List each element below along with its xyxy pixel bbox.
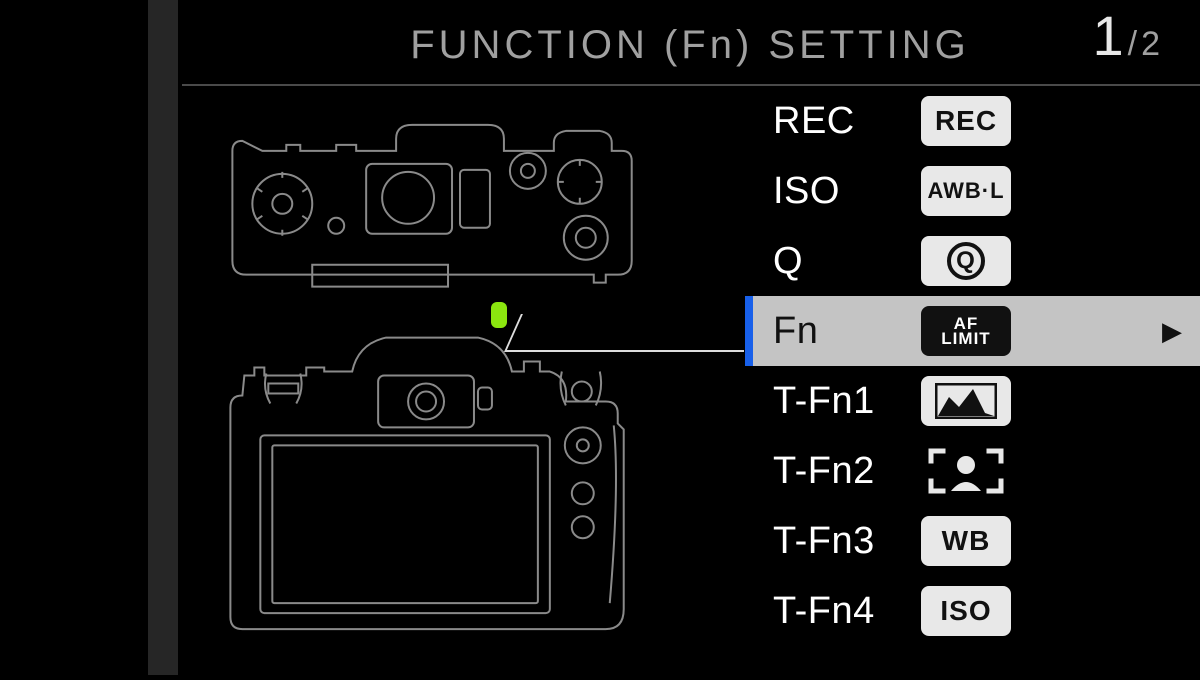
menu-label: T-Fn3 (773, 520, 903, 563)
menu-item-q[interactable]: Q Q (745, 226, 1200, 296)
page-title: FUNCTION (Fn) SETTING (180, 23, 1200, 68)
leader-line (506, 350, 744, 352)
page-sep: / (1128, 25, 1137, 64)
page-total: 2 (1141, 25, 1160, 64)
chevron-right-icon: ▶ (1162, 316, 1182, 347)
face-detect-icon (921, 446, 1011, 496)
side-strip (148, 0, 178, 675)
menu-item-tfn2[interactable]: T-Fn2 (745, 436, 1200, 506)
iso-badge: ISO (921, 586, 1011, 636)
menu-item-rec[interactable]: REC REC (745, 86, 1200, 156)
menu-item-tfn3[interactable]: T-Fn3 WB (745, 506, 1200, 576)
menu-label: REC (773, 100, 903, 143)
histogram-icon (921, 376, 1011, 426)
af-limit-badge: AF LIMIT (921, 306, 1011, 356)
pager: 1 / 2 (1092, 8, 1160, 64)
rec-badge: REC (921, 96, 1011, 146)
menu-item-fn[interactable]: Fn AF LIMIT ▶ (745, 296, 1200, 366)
menu-label: Fn (773, 310, 903, 353)
header: FUNCTION (Fn) SETTING (180, 10, 1200, 80)
menu-label: Q (773, 240, 903, 283)
fn-button-highlight (491, 302, 507, 328)
menu-item-tfn1[interactable]: T-Fn1 (745, 366, 1200, 436)
page-current: 1 (1092, 8, 1123, 64)
awb-lock-badge: AWB·L (921, 166, 1011, 216)
wb-badge: WB (921, 516, 1011, 566)
menu-label: T-Fn2 (773, 450, 903, 493)
menu-item-iso[interactable]: ISO AWB·L (745, 156, 1200, 226)
q-badge: Q (921, 236, 1011, 286)
camera-diagram (182, 86, 737, 675)
fn-menu: REC REC ISO AWB·L Q Q Fn AF LIMIT ▶ T-Fn… (745, 86, 1200, 675)
menu-label: T-Fn4 (773, 590, 903, 633)
menu-label: ISO (773, 170, 903, 213)
q-icon: Q (947, 242, 985, 280)
menu-label: T-Fn1 (773, 380, 903, 423)
menu-item-tfn4[interactable]: T-Fn4 ISO (745, 576, 1200, 646)
badge-line2: LIMIT (941, 331, 990, 346)
